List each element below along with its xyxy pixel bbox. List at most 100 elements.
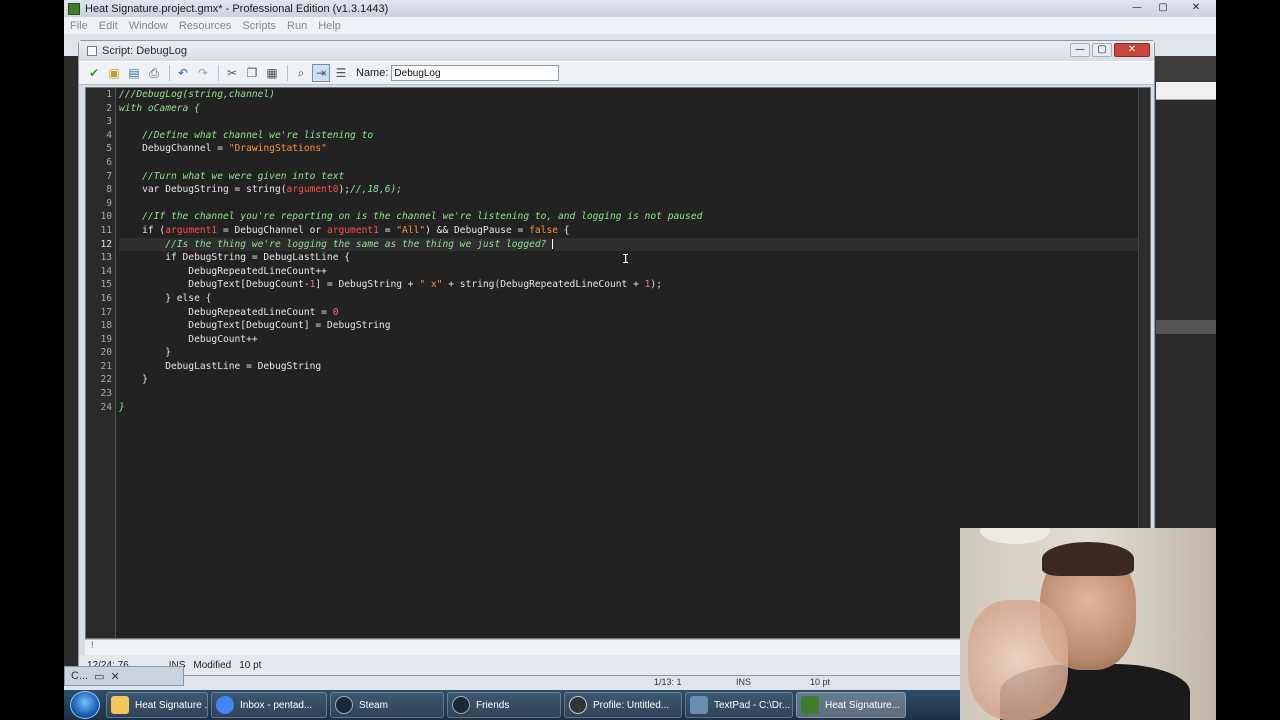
save-icon[interactable]: ▤	[125, 64, 143, 82]
start-button[interactable]	[70, 691, 100, 719]
line-number: 4	[106, 129, 112, 141]
line-number: 2	[106, 102, 112, 114]
code-line-22: }	[119, 374, 148, 386]
steam-icon	[335, 696, 353, 714]
line-number: 22	[100, 374, 112, 386]
code-line-10: //If the channel you're reporting on is …	[142, 211, 703, 223]
text-caret	[552, 238, 554, 249]
menu-window[interactable]: Window	[129, 20, 168, 32]
cut-icon[interactable]: ✂	[223, 64, 241, 82]
script-title: Script: DebugLog	[102, 45, 187, 57]
line-number-gutter: 1 2 3 4 5 6 7 8 9 10 11 12 13 14 15 16 1…	[86, 88, 116, 638]
app-title: Heat Signature.project.gmx* - Profession…	[85, 2, 389, 15]
code-line-8: var DebugString = string(argument0);//,1…	[119, 184, 403, 196]
line-number: 15	[100, 279, 112, 291]
taskbar-item-label: TextPad - C:\Dr...	[714, 699, 791, 711]
line-number: 18	[100, 320, 112, 332]
taskbar-item[interactable]: Steam	[330, 692, 444, 718]
code-line-20: }	[119, 347, 171, 359]
line-number: 7	[106, 170, 112, 182]
webcam-overlay	[960, 528, 1216, 720]
open-icon[interactable]: ▣	[105, 64, 123, 82]
script-toolbar: ✔ ▣ ▤ ⎙ ↶ ↷ ✂ ❐ ▦ ⌕ ⇥ ☰ Name:	[79, 61, 1154, 85]
line-number: 6	[106, 156, 112, 168]
line-number: 20	[100, 347, 112, 359]
code-line-2: with oCamera {	[119, 102, 200, 114]
paste-icon[interactable]: ▦	[263, 64, 281, 82]
app-minimize-button[interactable]: —	[1124, 1, 1150, 15]
line-number: 9	[106, 197, 112, 209]
taskbar-item[interactable]: Inbox - pentad...	[211, 692, 327, 718]
close-icon[interactable]: ✕	[111, 670, 120, 683]
copy-icon[interactable]: ❐	[243, 64, 261, 82]
bg-insert-mode: INS	[736, 677, 752, 687]
line-number: 24	[100, 401, 112, 413]
find-icon[interactable]: ⌕	[292, 64, 310, 82]
print-icon[interactable]: ⎙	[145, 64, 163, 82]
line-number: 14	[100, 265, 112, 277]
code-line-1: ///DebugLog(string,channel)	[119, 89, 275, 100]
app-menubar: File Edit Window Resources Scripts Run H…	[64, 17, 1216, 34]
resource-tree-panel	[64, 56, 78, 690]
check-icon[interactable]: ✔	[85, 64, 103, 82]
letterbox-right	[1216, 0, 1280, 720]
taskbar-item[interactable]: Friends	[447, 692, 561, 718]
code-line-21: DebugLastLine = DebugString	[119, 360, 322, 372]
person-hair	[1042, 542, 1134, 576]
menu-resources[interactable]: Resources	[179, 20, 232, 32]
menu-file[interactable]: File	[70, 20, 88, 32]
script-close-button[interactable]: ✕	[1114, 43, 1150, 57]
redo-icon[interactable]: ↷	[194, 64, 212, 82]
line-number: 21	[100, 360, 112, 372]
toolbar-separator	[287, 65, 288, 81]
code-line-24: }	[119, 401, 125, 413]
code-line-12: //Is the thing we're logging the same as…	[119, 237, 1139, 252]
app-close-button[interactable]: ✕	[1176, 1, 1216, 15]
taskbar-item-label: Profile: Untitled...	[593, 699, 670, 711]
taskbar-item-label: Inbox - pentad...	[240, 699, 313, 711]
taskbar-item[interactable]: Heat Signature ...	[106, 692, 208, 718]
menu-edit[interactable]: Edit	[99, 20, 118, 32]
menu-run[interactable]: Run	[287, 20, 307, 32]
line-number: 23	[100, 388, 112, 400]
minimized-window[interactable]: C... ▭ ✕	[64, 666, 184, 686]
taskbar-item[interactable]: Profile: Untitled...	[564, 692, 682, 718]
toolbar-separator	[169, 65, 170, 81]
restore-icon[interactable]: ▭	[94, 670, 104, 683]
script-minimize-button[interactable]: —	[1070, 43, 1090, 57]
script-restore-button[interactable]: ▢	[1092, 43, 1112, 57]
gamemaker-icon	[801, 696, 819, 714]
code-line-15: DebugText[DebugCount-1] = DebugString + …	[119, 279, 662, 291]
menu-scripts[interactable]: Scripts	[242, 20, 276, 32]
person-hand	[968, 600, 1068, 720]
code-line-16: } else {	[119, 292, 212, 304]
background-window-titlebar	[1156, 82, 1216, 100]
bg-cursor-position: 1/13: 1	[654, 677, 682, 687]
code-line-19: DebugCount++	[119, 333, 258, 345]
modified-indicator: Modified	[193, 659, 232, 671]
app-restore-button[interactable]: ▢	[1150, 1, 1176, 15]
font-size: 10 pt	[239, 659, 262, 671]
line-number: 5	[106, 143, 112, 155]
steam-icon	[452, 696, 470, 714]
taskbar-item-active[interactable]: Heat Signature...	[796, 692, 906, 718]
indent-icon[interactable]: ☰	[332, 64, 350, 82]
taskbar-item-label: Heat Signature ...	[135, 699, 208, 711]
background-window	[1156, 82, 1216, 582]
taskbar-item[interactable]: TextPad - C:\Dr...	[685, 692, 793, 718]
line-number: 3	[106, 116, 112, 128]
undo-icon[interactable]: ↶	[174, 64, 192, 82]
script-titlebar: Script: DebugLog — ▢ ✕	[79, 41, 1154, 61]
code-line-7: //Turn what we were given into text	[142, 170, 345, 182]
code-line-17: DebugRepeatedLineCount = 0	[119, 306, 339, 318]
gamemaker-icon	[68, 2, 80, 15]
line-number: 16	[100, 292, 112, 304]
code-line-11: if (argument1 = DebugChannel or argument…	[119, 224, 570, 236]
goto-icon[interactable]: ⇥	[312, 64, 330, 82]
menu-help[interactable]: Help	[318, 20, 341, 32]
script-name-field[interactable]	[391, 65, 560, 81]
taskbar-item-label: Friends	[476, 699, 510, 711]
